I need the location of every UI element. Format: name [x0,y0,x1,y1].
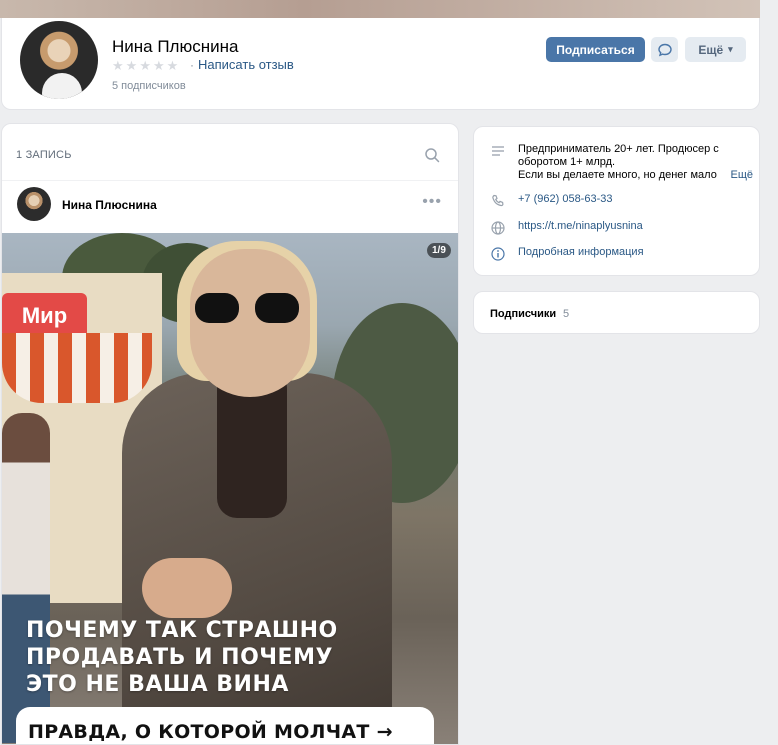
write-review-link[interactable]: Написать отзыв [198,57,294,72]
star-icon: ★ [166,58,179,73]
avatar[interactable] [17,18,101,102]
star-icon: ★ [139,58,151,73]
profile-description: Предприниматель 20+ лет. Продюсер с обор… [518,143,753,182]
caption-line: ЭТО НЕ ВАША ВИНА [26,672,289,697]
info-card: Предприниматель 20+ лет. Продюсер с обор… [473,126,760,276]
post-author-name[interactable]: Нина Плюснина [62,198,157,212]
more-button[interactable]: Ещё ▾ [685,37,746,62]
subscribe-button[interactable]: Подписаться [546,37,645,62]
description-line: Если вы делаете много, но денег мало [518,169,717,181]
post-photo[interactable]: Мир 1/9 ПОЧЕМУ ТАК СТРАШНО ПРОДАВАТЬ И П… [2,233,458,744]
caption-line: ПОЧЕМУ ТАК СТРАШНО [26,618,338,643]
star-icon: ★ [112,58,124,73]
post-header: Нина Плюснина ••• [2,180,458,230]
description-line: оборотом 1+ млрд. [518,156,616,168]
info-phone-row: +7 (962) 058-63-33 [490,193,612,209]
wall: 1 ЗАПИСЬ Нина Плюснина ••• Мир 1/9 ПОЧЕМ… [1,123,459,745]
subscribers-count[interactable]: 5 подписчиков [112,80,186,92]
search-icon[interactable] [424,147,440,168]
hands [142,558,232,618]
star-icon: ★ [152,58,165,73]
post-menu-icon[interactable]: ••• [422,193,442,211]
description-more-link[interactable]: Ещё [730,169,753,182]
kiosk-sign: Мир [2,293,87,338]
wall-title[interactable]: 1 ЗАПИСЬ [16,149,72,161]
subscribers-label: Подписчики [490,308,557,320]
phone-icon [490,193,506,209]
star-icon: ★ [125,58,138,73]
globe-icon [490,220,506,236]
website-link[interactable]: https://t.me/ninaplyusnina [518,220,643,232]
photo-cta-banner: ПРАВДА, О КОТОРОЙ МОЛЧАТ → [16,707,434,744]
profile-name: Нина Плюснина [112,37,239,56]
cover-image [0,0,760,18]
rating-stars[interactable]: ★ ★ ★ ★ ★ [112,59,178,72]
profile-header: Нина Плюснина ★ ★ ★ ★ ★ · Написать отзыв… [1,18,760,110]
info-details-row: Подробная информация [490,246,644,262]
phone-link[interactable]: +7 (962) 058-63-33 [518,193,612,205]
details-link[interactable]: Подробная информация [518,246,644,258]
photo-caption: ПОЧЕМУ ТАК СТРАШНО ПРОДАВАТЬ И ПОЧЕМУ ЭТ… [26,617,338,698]
caption-line: ПРОДАВАТЬ И ПОЧЕМУ [26,645,333,670]
message-button[interactable] [651,37,678,62]
more-button-label: Ещё [698,42,724,57]
separator: · [190,58,194,72]
sunglasses [195,293,299,323]
description-line: Предприниматель 20+ лет. Продюсер с [518,143,719,155]
post-author-avatar[interactable] [17,187,51,221]
info-description-row: Предприниматель 20+ лет. Продюсер с обор… [490,143,753,182]
face [190,249,310,397]
message-icon [657,43,672,56]
text-lines-icon [490,143,506,159]
subscribers-number: 5 [563,308,570,320]
subscribers-card[interactable]: Подписчики 5 [473,291,760,334]
photo-counter: 1/9 [427,243,451,258]
kiosk-awning [2,333,152,403]
chevron-down-icon: ▾ [728,44,733,54]
info-icon [490,246,506,262]
description-last-row: Если вы делаете много, но денег мало Ещё [518,169,753,182]
info-link-row: https://t.me/ninaplyusnina [490,220,643,236]
